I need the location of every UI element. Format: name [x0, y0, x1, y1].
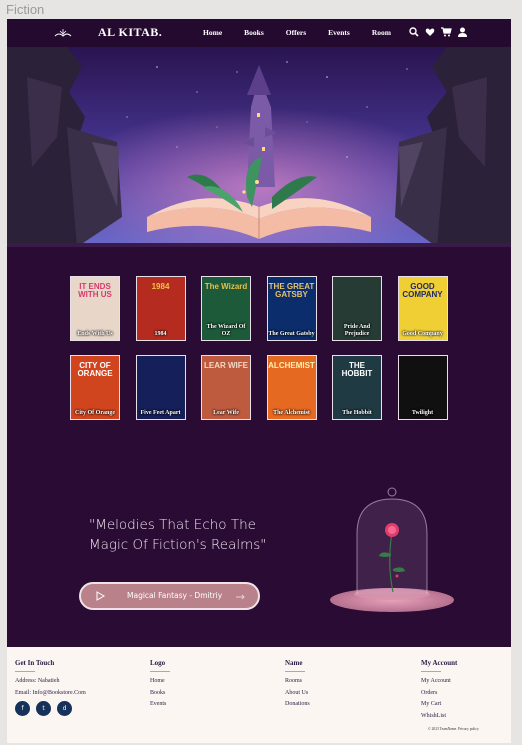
book-card[interactable]: CITY OF ORANGE City Of Orange	[70, 355, 120, 420]
footer-link-wishlist[interactable]: WhishList	[421, 713, 457, 719]
track-title: Magical Fantasy - Dmitriy	[127, 591, 223, 600]
book-title: Lear Wife	[213, 410, 239, 416]
user-icon[interactable]	[458, 27, 467, 37]
footer-contact: Get In Touch Address: Nabatieh Email: In…	[15, 659, 86, 716]
frame-label: Fiction	[6, 2, 45, 17]
fiction-quote: "Melodies That Echo The Magic Of Fiction…	[89, 515, 267, 555]
book-cover-art: ALCHEMIST	[268, 361, 315, 370]
footer-address: Address: Nabatieh	[15, 678, 60, 684]
book-card[interactable]: Five Feet Apart	[135, 355, 186, 420]
page: AL KITAB. Home Books Offers Events Room	[7, 19, 511, 743]
footer-link-about[interactable]: About Us	[285, 690, 310, 696]
footer-name-heading: Name	[285, 659, 303, 667]
footer-account-heading: My Account	[421, 659, 458, 667]
book-cover-art: CITY OF ORANGE	[77, 361, 113, 378]
footer-link-home[interactable]: Home	[150, 678, 170, 684]
footer-link-my-account[interactable]: My Account	[421, 678, 457, 684]
book-cover-art: THE GREAT GATSBY	[268, 282, 315, 299]
book-title: Ends With Us	[77, 331, 113, 337]
footer-underline	[15, 671, 35, 672]
top-nav-bar: AL KITAB. Home Books Offers Events Room	[7, 19, 511, 47]
book-card[interactable]: THE GREAT GATSBY The Great Gatsby	[266, 276, 317, 341]
footer-underline	[285, 671, 305, 672]
hero-illustration	[7, 47, 511, 247]
footer-link-events[interactable]: Events	[150, 701, 170, 707]
search-icon[interactable]	[409, 27, 419, 37]
nav-room[interactable]: Room	[372, 28, 391, 37]
book-title: The Wizard Of OZ	[206, 324, 246, 337]
book-card[interactable]: THE HOBBIT The Hobbit	[332, 355, 382, 420]
footer-email[interactable]: Email: Info@Bookstore.Com	[15, 690, 86, 696]
book-cover-art: 1984	[151, 282, 170, 291]
book-card[interactable]: Twilight	[397, 355, 448, 420]
book-title: Five Feet Apart	[140, 410, 181, 416]
nav-books[interactable]: Books	[244, 28, 264, 37]
footer-account-col: My Account My Account Orders My Cart Whi…	[421, 659, 457, 724]
twitter-icon[interactable]: t	[36, 701, 51, 716]
footer-underline	[150, 671, 170, 672]
book-title: City Of Orange	[75, 410, 115, 416]
book-cover-art: LEAR WIFE	[204, 361, 248, 370]
book-cover-art: The Wizard	[204, 282, 248, 291]
book-card[interactable]: 1984 1984	[135, 276, 186, 341]
footer-link-orders[interactable]: Orders	[421, 690, 457, 696]
book-card[interactable]: GOOD COMPANY Good Company	[397, 276, 448, 341]
open-book-logo-icon[interactable]	[53, 27, 73, 39]
book-title: The Great Gatsby	[268, 331, 315, 337]
facebook-icon[interactable]: f	[15, 701, 30, 716]
tiktok-icon[interactable]: d	[57, 701, 72, 716]
quote-line-1: "Melodies That Echo The	[89, 517, 256, 533]
footer-link-books[interactable]: Books	[150, 690, 170, 696]
book-card[interactable]: LEAR WIFE Lear Wife	[201, 355, 251, 420]
arrow-right-icon[interactable]	[236, 594, 246, 600]
book-cover-art: GOOD COMPANY	[402, 282, 443, 299]
book-cover-art: IT ENDS WITH US	[78, 282, 112, 299]
footer: Get In Touch Address: Nabatieh Email: In…	[7, 647, 511, 743]
play-icon[interactable]	[96, 591, 105, 601]
heart-icon[interactable]	[425, 27, 435, 37]
quote-line-2: Magic Of Fiction's Realms"	[89, 537, 267, 553]
book-title: The Alchemist	[273, 410, 310, 416]
footer-link-donations[interactable]: Donations	[285, 701, 310, 707]
book-title: Pride And Prejudice	[343, 324, 371, 337]
nav-events[interactable]: Events	[328, 28, 350, 37]
book-title: Twilight	[411, 410, 434, 416]
footer-logo-col: Logo Home Books Events	[150, 659, 170, 713]
book-title: The Hobbit	[342, 410, 372, 416]
footer-contact-heading: Get In Touch	[15, 659, 55, 667]
footer-link-my-cart[interactable]: My Cart	[421, 701, 457, 707]
footer-logo-heading: Logo	[150, 659, 166, 667]
nav-offers[interactable]: Offers	[286, 28, 306, 37]
book-card[interactable]: Pride And Prejudice	[332, 276, 382, 341]
book-cover-art: THE HOBBIT	[341, 361, 373, 378]
footer-link-rooms[interactable]: Rooms	[285, 678, 310, 684]
music-player[interactable]: Magical Fantasy - Dmitriy	[79, 582, 260, 610]
book-title: 1984	[154, 331, 167, 337]
footer-underline	[421, 671, 441, 672]
main-nav: Home Books Offers Events Room	[203, 28, 413, 37]
enchanted-rose-illustration	[330, 487, 454, 612]
book-card[interactable]: The Wizard The Wizard Of OZ	[201, 276, 251, 341]
book-card[interactable]: IT ENDS WITH US Ends With Us	[70, 276, 120, 341]
cart-icon[interactable]	[441, 27, 452, 37]
book-title: Good Company	[402, 331, 443, 337]
social-links: f t d	[15, 701, 86, 716]
header-icons	[409, 27, 467, 37]
copyright: © 2023 TeamName. Privacy policy	[428, 727, 479, 731]
brand-name[interactable]: AL KITAB.	[98, 25, 162, 40]
footer-name-col: Name Rooms About Us Donations	[285, 659, 310, 713]
nav-home[interactable]: Home	[203, 28, 222, 37]
book-card[interactable]: ALCHEMIST The Alchemist	[266, 355, 317, 420]
